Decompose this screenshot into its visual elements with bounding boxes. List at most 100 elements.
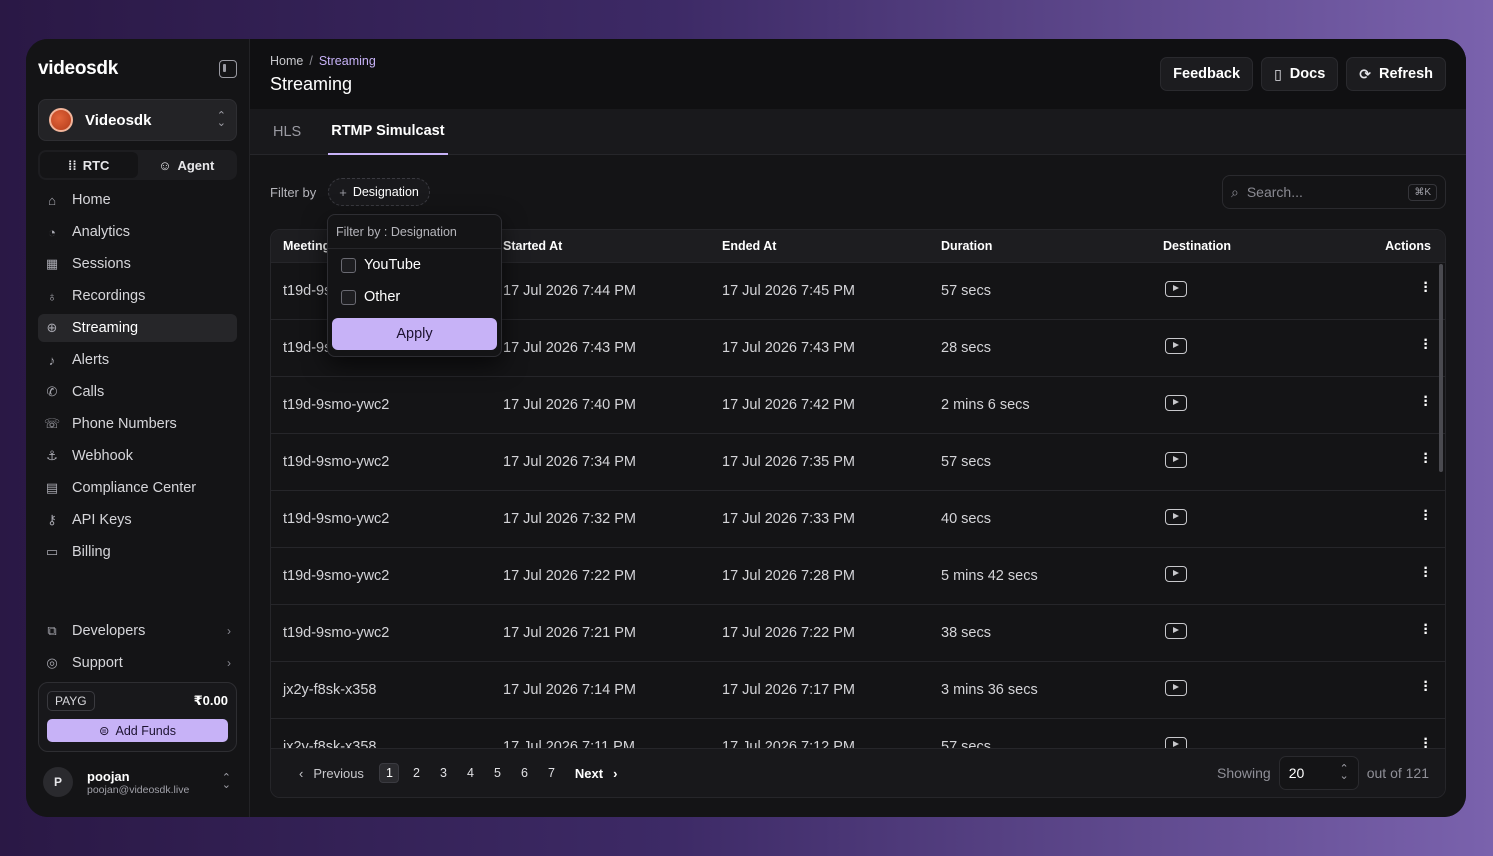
table-row[interactable]: t19d-9smo-ywc2 17 Jul 2026 7:32 PM 17 Jul …: [271, 491, 1445, 548]
page-header: Home / Streaming Streaming Feedback ▯ Docs …: [250, 39, 1466, 109]
card-icon: ▭: [45, 544, 59, 559]
option-youtube[interactable]: YouTube: [328, 249, 501, 281]
microphone-icon: ♁: [47, 288, 57, 304]
sidebar-item-api-keys[interactable]: ⚷ API Keys: [38, 506, 237, 534]
breadcrumb-current[interactable]: Streaming: [319, 54, 376, 68]
more-actions-icon[interactable]: · · ·: [1421, 390, 1431, 414]
more-actions-icon[interactable]: · · ·: [1421, 447, 1431, 471]
header-actions: Feedback ▯ Docs ⟳ Refresh: [1160, 57, 1446, 91]
more-actions-icon[interactable]: · · ·: [1421, 561, 1431, 585]
previous-page-button[interactable]: ‹ Previous: [299, 766, 364, 781]
ended-at: 17 Jul 2026 7:22 PM: [722, 625, 856, 641]
more-actions-icon[interactable]: · · ·: [1421, 675, 1431, 699]
sidebar-item-compliance-center[interactable]: ▤ Compliance Center: [38, 474, 237, 502]
mode-agent-button[interactable]: ☺ Agent: [138, 152, 236, 178]
sidebar-item-label: Recordings: [72, 288, 146, 304]
plan-badge: PAYG: [47, 691, 95, 711]
streaming-icon: ⊕: [46, 320, 58, 335]
sidebar-item-recordings[interactable]: ♁ Recordings: [38, 282, 237, 310]
tab-hls[interactable]: HLS: [270, 109, 304, 155]
duration: 2 mins 6 secs: [941, 397, 1030, 413]
sidebar-item-home[interactable]: ⌂ Home: [38, 186, 237, 214]
app-window: videosdk Videosdk ⌃ ⌄ ⁞⁞ RTC ☺ Agent ⌂ Hom…: [26, 39, 1466, 817]
more-actions-icon[interactable]: · · ·: [1421, 276, 1431, 300]
user-menu[interactable]: P poojan poojan@videosdk.live ⌃ ⌄: [38, 767, 237, 797]
collapse-sidebar-icon[interactable]: [219, 60, 237, 78]
dropdown-title: Filter by : Designation: [328, 215, 501, 249]
sessions-icon: ▦: [45, 256, 59, 271]
more-actions-icon[interactable]: · · ·: [1421, 504, 1431, 528]
ended-at: 17 Jul 2026 7:28 PM: [722, 568, 856, 584]
page-button-7[interactable]: 7: [541, 763, 561, 783]
sidebar-item-label: Streaming: [72, 320, 139, 336]
meeting-id[interactable]: jx2y-f8sk-x358: [271, 682, 491, 698]
option-other[interactable]: Other: [328, 281, 501, 313]
table-row[interactable]: t19d-9smo-ywc2 17 Jul 2026 7:40 PM 17 Jul …: [271, 377, 1445, 434]
table-scrollbar[interactable]: [1439, 264, 1443, 472]
table-row[interactable]: jx2y-f8sk-x358 17 Jul 2026 7:11 PM 17 Jul …: [271, 719, 1445, 749]
meeting-id[interactable]: t19d-9smo-ywc2: [271, 511, 491, 527]
meeting-id[interactable]: t19d-9smo-ywc2: [271, 454, 491, 470]
table-row[interactable]: t19d-9smo-ywc2 17 Jul 2026 7:34 PM 17 Jul …: [271, 434, 1445, 491]
page-button-4[interactable]: 4: [460, 763, 480, 783]
user-email: poojan@videosdk.live: [87, 783, 190, 796]
table-row[interactable]: t19d-9smo-ywc2 17 Jul 2026 7:22 PM 17 Jul …: [271, 548, 1445, 605]
sidebar-item-calls[interactable]: ✆ Calls: [38, 378, 237, 406]
developers-icon: ⧉: [47, 623, 57, 638]
page-button-2[interactable]: 2: [406, 763, 426, 783]
chevron-left-icon: ‹: [299, 765, 304, 781]
mode-rtc-button[interactable]: ⁞⁞ RTC: [40, 152, 138, 178]
logo[interactable]: videosdk: [38, 58, 118, 80]
more-actions-icon[interactable]: · · ·: [1421, 333, 1431, 357]
sidebar-item-label: API Keys: [72, 512, 132, 528]
other-checkbox[interactable]: [341, 289, 356, 305]
avatar: P: [43, 767, 73, 797]
chevron-updown-icon: ⌃ ⌄: [221, 772, 231, 791]
add-funds-button[interactable]: ⊜ Add Funds: [47, 719, 228, 742]
youtube-checkbox[interactable]: [341, 257, 356, 273]
meeting-id[interactable]: t19d-9smo-ywc2: [271, 625, 491, 641]
sidebar-nav: ⌂ Home ◔ Analytics ▦ Sessions ♁ Recordings ⊕ Stre…: [38, 186, 237, 566]
sidebar-bottom-nav: ⧉ Developers › ◎ Support ›: [38, 613, 237, 681]
page-button-1[interactable]: 1: [379, 763, 400, 783]
designation-filter-chip[interactable]: + Designation: [328, 178, 430, 206]
apply-button[interactable]: Apply: [332, 318, 497, 350]
docs-label: Docs: [1289, 66, 1326, 82]
filter-label: Filter by: [270, 184, 317, 200]
meeting-id[interactable]: t19d-9smo-ywc2: [271, 568, 491, 584]
designation-filter-dropdown: Filter by : Designation YouTube Other Ap…: [327, 214, 502, 357]
feedback-button[interactable]: Feedback: [1160, 57, 1254, 91]
meeting-id[interactable]: t19d-9smo-ywc2: [271, 397, 491, 413]
sidebar-item-support[interactable]: ◎ Support ›: [38, 649, 237, 677]
sidebar-item-sessions[interactable]: ▦ Sessions: [38, 250, 237, 278]
page-button-6[interactable]: 6: [514, 763, 534, 783]
sidebar-item-alerts[interactable]: ♪ Alerts: [38, 346, 237, 374]
document-icon: ▤: [45, 480, 59, 495]
table-row[interactable]: t19d-9smo-ywc2 17 Jul 2026 7:21 PM 17 Jul …: [271, 605, 1445, 662]
started-at: 17 Jul 2026 7:32 PM: [503, 511, 637, 527]
user-name: poojan: [87, 768, 130, 784]
youtube-destination-icon: [1165, 566, 1187, 582]
table-row[interactable]: jx2y-f8sk-x358 17 Jul 2026 7:14 PM 17 Jul …: [271, 662, 1445, 719]
sidebar-item-billing[interactable]: ▭ Billing: [38, 538, 237, 566]
more-actions-icon[interactable]: · · ·: [1421, 618, 1431, 642]
sidebar-item-analytics[interactable]: ◔ Analytics: [38, 218, 237, 246]
search-input[interactable]: ⌕ Search... ⌘K: [1222, 175, 1446, 209]
column-duration: Duration: [941, 239, 993, 253]
refresh-button[interactable]: ⟳ Refresh: [1346, 57, 1446, 91]
page-numbers: 1234567: [376, 763, 565, 783]
docs-button[interactable]: ▯ Docs: [1261, 57, 1339, 91]
page-button-5[interactable]: 5: [487, 763, 507, 783]
org-selector[interactable]: Videosdk ⌃ ⌄: [38, 99, 237, 141]
sidebar-item-phone-numbers[interactable]: ☏ Phone Numbers: [38, 410, 237, 438]
sidebar-item-streaming[interactable]: ⊕ Streaming: [38, 314, 237, 342]
page-size-select[interactable]: 20 ⌃ ⌄: [1278, 756, 1359, 790]
sidebar-item-label: Sessions: [72, 256, 131, 272]
page-button-3[interactable]: 3: [433, 763, 453, 783]
breadcrumb-home[interactable]: Home: [270, 54, 303, 68]
sidebar-item-developers[interactable]: ⧉ Developers ›: [38, 617, 237, 645]
next-page-button[interactable]: Next ›: [575, 766, 618, 781]
sidebar-item-webhook[interactable]: ⚓ Webhook: [38, 442, 237, 470]
youtube-destination-icon: [1165, 452, 1187, 468]
tab-rtmp-simulcast[interactable]: RTMP Simulcast: [328, 109, 448, 155]
